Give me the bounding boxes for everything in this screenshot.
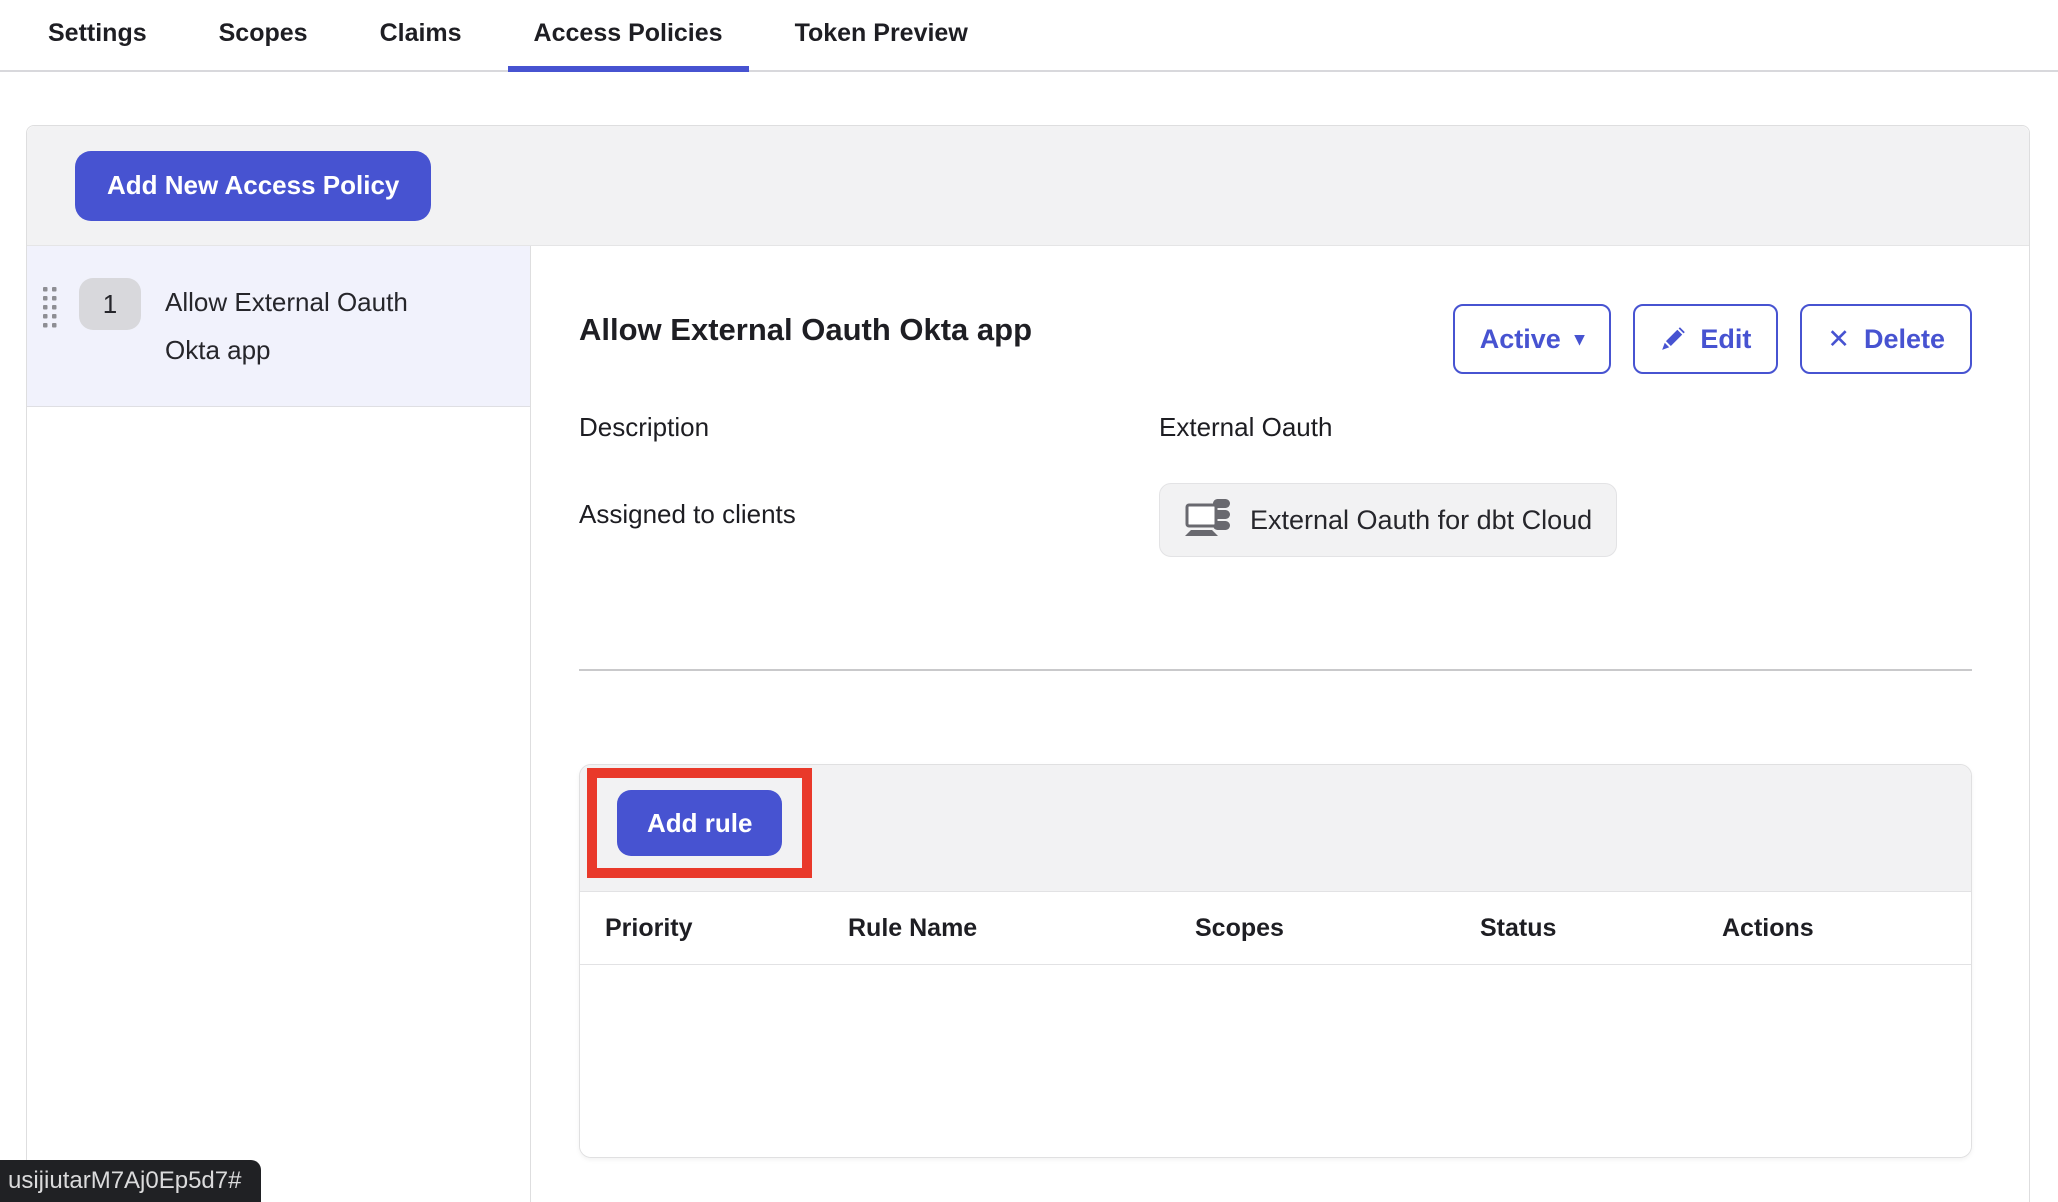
- caret-down-icon: ▾: [1575, 330, 1585, 349]
- tab-claims[interactable]: Claims: [354, 0, 488, 72]
- policy-actions: Active ▾ Edit ✕ Delete: [1453, 304, 1972, 374]
- client-app-icon: [1184, 498, 1234, 542]
- policy-list-item[interactable]: 1 Allow External Oauth Okta app: [27, 246, 530, 407]
- add-new-access-policy-button[interactable]: Add New Access Policy: [75, 151, 431, 221]
- drag-handle-icon[interactable]: [41, 286, 59, 335]
- policy-title: Allow External Oauth Okta app: [579, 312, 1032, 348]
- policy-detail-panel: Allow External Oauth Okta app Active ▾ E…: [531, 246, 2029, 1202]
- description-value: External Oauth: [1159, 412, 1972, 443]
- edit-policy-button[interactable]: Edit: [1633, 304, 1778, 374]
- close-icon: ✕: [1827, 326, 1850, 353]
- policy-status-dropdown[interactable]: Active ▾: [1453, 304, 1612, 374]
- column-header-status: Status: [1455, 914, 1697, 943]
- tab-bar: Settings Scopes Claims Access Policies T…: [0, 0, 2058, 72]
- client-chip: External Oauth for dbt Cloud: [1159, 483, 1617, 557]
- policy-priority-badge: 1: [79, 278, 141, 330]
- pencil-icon: [1660, 326, 1686, 352]
- policies-body: 1 Allow External Oauth Okta app Allow Ex…: [27, 246, 2029, 1202]
- rules-toolbar: Add rule: [580, 765, 1971, 892]
- delete-policy-button[interactable]: ✕ Delete: [1800, 304, 1972, 374]
- rules-table-body: [580, 965, 1971, 1157]
- column-header-scopes: Scopes: [1170, 914, 1455, 943]
- add-rule-button[interactable]: Add rule: [617, 790, 782, 856]
- edit-label: Edit: [1700, 324, 1751, 355]
- column-header-actions: Actions: [1697, 914, 1971, 943]
- column-header-rule-name: Rule Name: [823, 914, 1170, 943]
- rules-table-header: Priority Rule Name Scopes Status Actions: [580, 892, 1971, 965]
- assigned-clients-value: External Oauth for dbt Cloud: [1159, 483, 1972, 557]
- assigned-clients-label: Assigned to clients: [579, 499, 1159, 530]
- url-status-tooltip: usijiutarM7Aj0Ep5d7#: [0, 1160, 261, 1202]
- policies-toolbar: Add New Access Policy: [27, 126, 2029, 246]
- access-policies-card: Add New Access Policy: [26, 125, 2030, 1202]
- tab-scopes[interactable]: Scopes: [193, 0, 334, 72]
- policy-detail-header: Allow External Oauth Okta app Active ▾ E…: [579, 304, 1972, 374]
- tab-access-policies[interactable]: Access Policies: [508, 0, 749, 72]
- section-divider: [579, 669, 1972, 671]
- policy-name: Allow External Oauth Okta app: [165, 278, 455, 374]
- annotation-highlight-box: Add rule: [587, 768, 812, 878]
- delete-label: Delete: [1864, 324, 1945, 355]
- policy-list: 1 Allow External Oauth Okta app: [27, 246, 531, 1202]
- policy-fields: Description External Oauth Assigned to c…: [579, 412, 1972, 557]
- tab-token-preview[interactable]: Token Preview: [769, 0, 994, 72]
- okta-access-policies-page: Settings Scopes Claims Access Policies T…: [0, 0, 2058, 1202]
- rules-panel: Add rule Priority Rule Name Scopes Statu…: [579, 764, 1972, 1158]
- column-header-priority: Priority: [580, 914, 823, 943]
- tab-settings[interactable]: Settings: [22, 0, 173, 72]
- client-chip-label: External Oauth for dbt Cloud: [1250, 505, 1592, 536]
- description-label: Description: [579, 412, 1159, 443]
- policy-status-label: Active: [1480, 324, 1561, 355]
